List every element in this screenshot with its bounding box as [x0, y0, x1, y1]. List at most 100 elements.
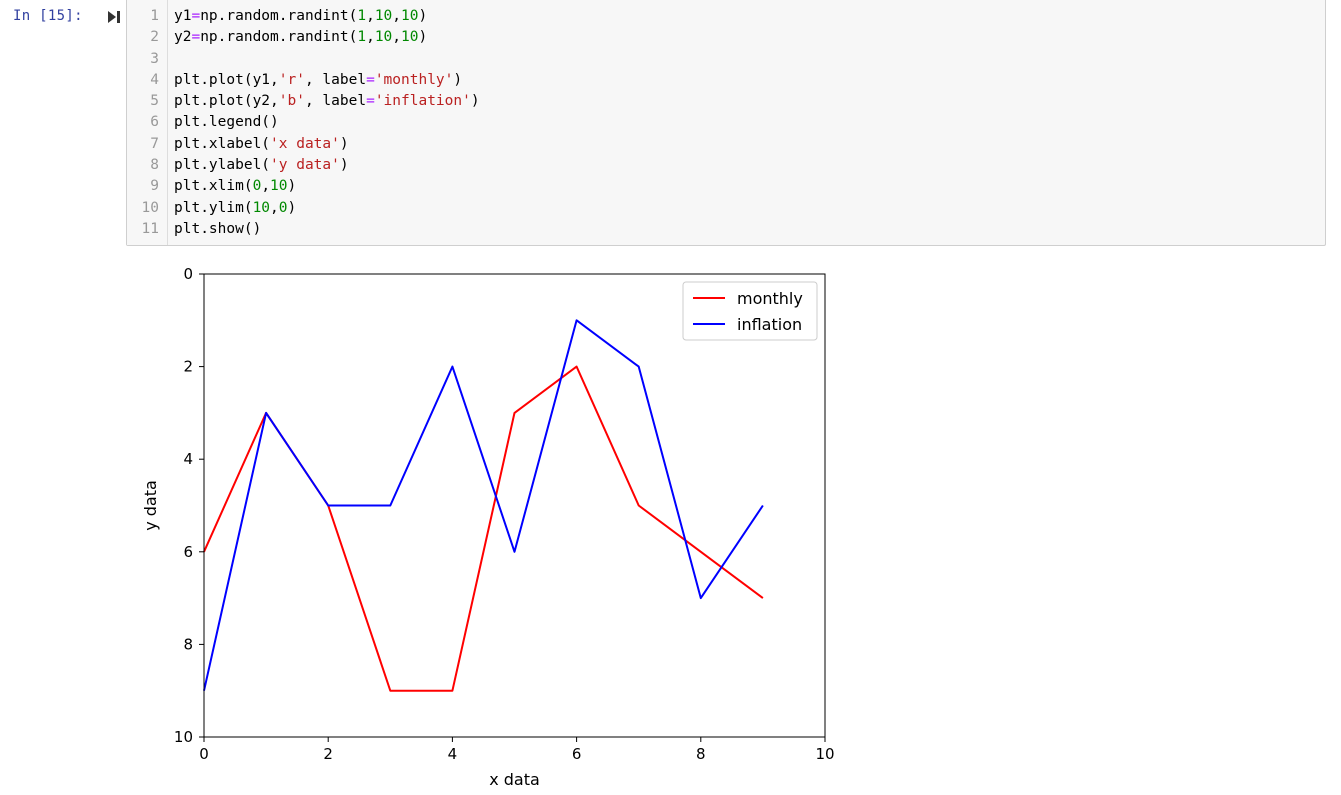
code-line[interactable]: 10 plt.ylim(10,0) — [127, 198, 1325, 219]
code-token: ) — [453, 71, 463, 88]
code-line[interactable]: 3 — [127, 49, 1325, 70]
code-token: plt.show() — [174, 220, 262, 237]
x-tick-label: 6 — [572, 745, 582, 763]
x-tick-label: 10 — [815, 745, 834, 763]
cell-output: 0 2 4 6 8 10 0 2 4 6 8 10 x data y data monthly inflati… — [126, 250, 866, 791]
code-line[interactable]: 8 plt.ylabel('y data') — [127, 155, 1325, 176]
code-line[interactable]: 9 plt.xlim(0,10) — [127, 176, 1325, 197]
code-token: 'monthly' — [374, 71, 454, 88]
line-chart: 0 2 4 6 8 10 0 2 4 6 8 10 x data y data monthly inflati… — [141, 265, 835, 789]
code-text: plt.plot(y1,'r', label='monthly') — [174, 70, 462, 91]
y-tick-label: 8 — [183, 635, 193, 653]
y-tick-label: 6 — [183, 543, 193, 561]
input-prompt: In [15]: — [13, 8, 83, 24]
line-number: 5 — [150, 93, 159, 110]
code-token: = — [366, 71, 375, 88]
line-number: 6 — [150, 114, 159, 131]
legend-label: monthly — [737, 289, 803, 308]
series-line-monthly — [203, 365, 764, 692]
code-text: plt.ylim(10,0) — [174, 198, 296, 219]
code-token: 10 — [374, 29, 393, 46]
y-tick-label: 10 — [174, 728, 193, 746]
code-token: 10 — [374, 8, 393, 24]
code-token: , — [261, 178, 271, 195]
code-token: 10 — [270, 178, 288, 195]
code-token: 1 — [357, 8, 367, 24]
code-line[interactable]: 11 plt.show() — [127, 219, 1325, 240]
code-token: np.random.randint( — [200, 29, 358, 46]
line-number: 8 — [150, 157, 159, 174]
code-text: plt.xlabel('x data') — [174, 134, 349, 155]
code-text: plt.plot(y2,'b', label='inflation') — [174, 91, 480, 112]
code-token: , label — [304, 71, 367, 88]
code-line[interactable]: 4 plt.plot(y1,'r', label='monthly') — [127, 70, 1325, 91]
code-token: plt.xlabel( — [174, 135, 271, 152]
code-token: ) — [339, 135, 349, 152]
code-line[interactable]: 6 plt.legend() — [127, 112, 1325, 133]
code-token: 0 — [278, 199, 288, 216]
code-text: plt.legend() — [174, 112, 279, 133]
x-tick-label: 2 — [323, 745, 333, 763]
code-token: , — [366, 29, 375, 46]
code-line[interactable]: 5 plt.plot(y2,'b', label='inflation') — [127, 91, 1325, 112]
code-token: , — [392, 29, 402, 46]
code-token: 0 — [252, 178, 262, 195]
code-token: 'b' — [278, 93, 305, 110]
code-token: 'r' — [278, 71, 305, 88]
code-token: , — [392, 8, 402, 24]
code-token: = — [191, 8, 201, 24]
run-cell-icon[interactable] — [107, 9, 121, 25]
line-number: 10 — [141, 199, 159, 216]
code-token: = — [191, 29, 201, 46]
line-number: 9 — [150, 178, 159, 195]
code-text: plt.ylabel('y data') — [174, 155, 349, 176]
axes-frame — [203, 273, 826, 738]
code-text: y2=np.random.randint(1,10,10) — [174, 27, 427, 48]
code-token: ) — [287, 178, 297, 195]
code-token: = — [366, 93, 375, 110]
code-token: ) — [418, 8, 428, 24]
x-tick-label: 8 — [696, 745, 706, 763]
code-editor[interactable]: 1 y1=np.random.randint(1,10,10) 2 y2=np.ran… — [126, 0, 1326, 246]
code-token: 'y data' — [270, 157, 340, 174]
code-token: ) — [287, 199, 297, 216]
series-line-inflation — [203, 319, 764, 691]
code-token: np.random.randint( — [200, 8, 358, 24]
code-token: 'inflation' — [374, 93, 471, 110]
line-number: 2 — [150, 29, 159, 46]
line-number: 3 — [150, 50, 159, 67]
code-token: ) — [470, 93, 480, 110]
code-token: ) — [339, 157, 349, 174]
line-number: 4 — [150, 71, 159, 88]
code-cell[interactable]: In [15]: 1 y1=np.random.randint(1,10,10) 2… — [0, 0, 1341, 250]
code-token: 10 — [401, 29, 419, 46]
code-token: , — [270, 199, 279, 216]
code-token: ) — [418, 29, 428, 46]
x-tick-label: 4 — [448, 745, 458, 763]
code-token: plt.ylim( — [174, 199, 253, 216]
x-tick-label: 0 — [199, 745, 209, 763]
code-text: y1=np.random.randint(1,10,10) — [174, 6, 427, 27]
line-number: 7 — [150, 135, 159, 152]
code-token: , label — [304, 93, 367, 110]
line-number: 11 — [141, 220, 159, 237]
code-line[interactable]: 2 y2=np.random.randint(1,10,10) — [127, 27, 1325, 48]
y-axis-label: y data — [141, 480, 160, 531]
line-number: 1 — [150, 8, 159, 24]
code-line[interactable]: 7 plt.xlabel('x data') — [127, 134, 1325, 155]
code-token: 10 — [252, 199, 271, 216]
y-tick-label: 4 — [183, 450, 193, 468]
legend-label: inflation — [737, 315, 802, 334]
code-token: 1 — [357, 29, 367, 46]
code-token: plt.ylabel( — [174, 157, 271, 174]
code-token: 10 — [401, 8, 419, 24]
code-line[interactable]: 1 y1=np.random.randint(1,10,10) — [127, 6, 1325, 27]
y-tick-label: 2 — [183, 358, 193, 376]
code-token: , — [366, 8, 375, 24]
code-text: plt.show() — [174, 219, 261, 240]
code-token: y2 — [174, 29, 192, 46]
code-token: y1 — [174, 8, 192, 24]
code-token: plt.xlim( — [174, 178, 253, 195]
code-token: 'x data' — [270, 135, 340, 152]
y-tick-label: 0 — [183, 265, 193, 283]
